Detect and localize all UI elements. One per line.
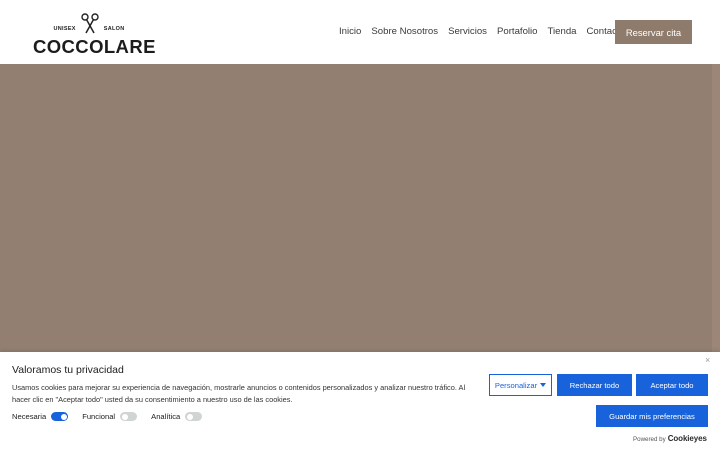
nav-item-tienda[interactable]: Tienda xyxy=(548,24,577,40)
cookieyes-logo: Cookieyes xyxy=(667,434,707,443)
toggle-label-analitica: Analítica xyxy=(151,412,181,421)
toggle-knob xyxy=(121,413,128,420)
accept-all-button[interactable]: Aceptar todo xyxy=(636,374,708,396)
toggle-group-funcional: Funcional xyxy=(82,412,138,421)
reject-all-button[interactable]: Rechazar todo xyxy=(557,374,632,396)
hero-banner xyxy=(0,64,712,362)
toggle-funcional[interactable] xyxy=(120,412,138,421)
toggle-group-analitica: Analítica xyxy=(151,412,203,421)
nav-item-inicio[interactable]: Inicio xyxy=(339,24,361,40)
toggle-analitica[interactable] xyxy=(185,412,203,421)
logo-salon-text: SALON xyxy=(103,25,125,32)
toggle-label-necesaria: Necesaria xyxy=(12,412,47,421)
customize-button-label: Personalizar xyxy=(494,380,538,390)
cookie-title: Valoramos tu privacidad xyxy=(12,364,124,376)
nav-item-portafolio[interactable]: Portafolio xyxy=(497,24,538,40)
customize-button[interactable]: Personalizar xyxy=(489,374,552,396)
site-logo[interactable]: UNISEX SALON COCCOLARE xyxy=(33,12,156,58)
close-icon[interactable]: × xyxy=(705,355,710,365)
logo-wordmark: COCCOLARE xyxy=(33,36,156,57)
save-preferences-button[interactable]: Guardar mis preferencias xyxy=(596,405,708,427)
toggle-knob xyxy=(186,413,193,420)
logo-unisex-text: UNISEX xyxy=(53,25,76,32)
main-nav: Inicio Sobre Nosotros Servicios Portafol… xyxy=(339,24,625,40)
caret-down-icon xyxy=(540,383,547,387)
nav-item-servicios[interactable]: Servicios xyxy=(448,24,487,40)
cookie-consent-banner: × Valoramos tu privacidad Usamos cookies… xyxy=(0,352,720,450)
cookie-category-toggles: Necesaria Funcional Analítica xyxy=(12,412,216,421)
nav-item-sobre-nosotros[interactable]: Sobre Nosotros xyxy=(371,24,438,40)
powered-by-text: Powered by xyxy=(633,436,666,443)
reserve-appointment-button[interactable]: Reservar cita xyxy=(615,20,692,44)
cookie-description: Usamos cookies para mejorar su experienc… xyxy=(12,383,466,404)
toggle-knob xyxy=(60,413,67,420)
site-header: UNISEX SALON COCCOLARE Inicio Sobre Noso… xyxy=(0,0,720,64)
toggle-label-funcional: Funcional xyxy=(82,412,116,421)
toggle-necesaria[interactable] xyxy=(51,412,69,421)
scissors-icon xyxy=(81,13,99,34)
toggle-group-necesaria: Necesaria xyxy=(12,412,69,421)
logo-emblem: UNISEX SALON xyxy=(33,12,145,36)
powered-by-cookieyes[interactable]: Powered by Cookieyes xyxy=(633,434,707,443)
